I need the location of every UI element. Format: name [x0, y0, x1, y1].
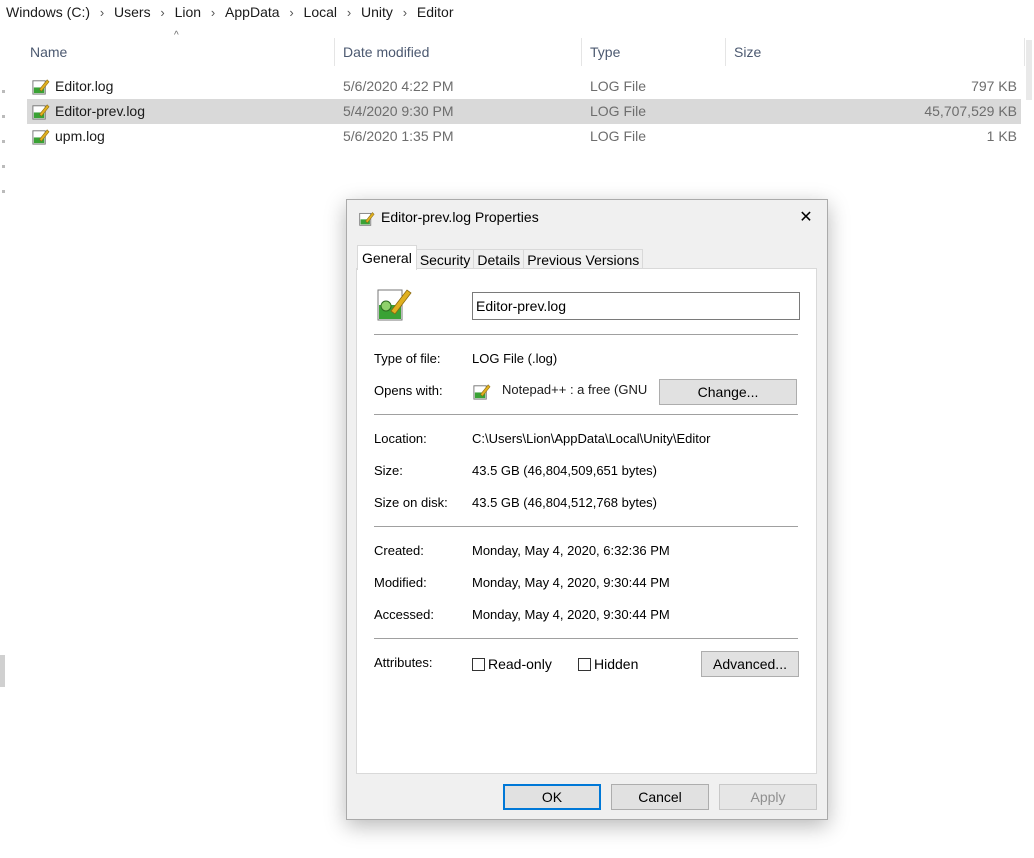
pane-tick [2, 165, 5, 168]
breadcrumb-item[interactable]: Local [304, 4, 337, 20]
notepadpp-file-icon [32, 104, 50, 120]
notepadpp-file-icon [377, 289, 412, 321]
file-date-modified: 5/6/2020 4:22 PM [343, 78, 454, 94]
file-type: LOG File [590, 78, 647, 94]
notepadpp-file-icon [32, 129, 50, 145]
size-on-disk-label: Size on disk: [374, 495, 448, 510]
accessed-label: Accessed: [374, 607, 434, 622]
file-name: Editor.log [55, 78, 114, 94]
column-header-date-modified[interactable]: Date modified [335, 38, 582, 66]
file-type: LOG File [590, 103, 647, 119]
opens-with-label: Opens with: [374, 383, 443, 398]
type-of-file-label: Type of file: [374, 351, 441, 366]
file-date-modified: 5/4/2020 9:30 PM [343, 103, 454, 119]
ok-button[interactable]: OK [503, 784, 601, 810]
file-row[interactable]: Editor.log 5/6/2020 4:22 PM LOG File 797 KB [27, 74, 1021, 99]
pane-tick [2, 190, 5, 193]
address-breadcrumb: Windows (C:) › Users › Lion › AppData › Local › Un… [0, 0, 453, 24]
file-size: 797 KB [971, 78, 1017, 94]
breadcrumb-item[interactable]: Windows (C:) [6, 4, 90, 20]
file-row[interactable]: Editor-prev.log 5/4/2020 9:30 PM LOG File 4… [27, 99, 1021, 124]
tab-details[interactable]: Details [473, 249, 525, 270]
created-label: Created: [374, 543, 424, 558]
file-name: Editor-prev.log [55, 103, 146, 119]
modified-value: Monday, May 4, 2020, 9:30:44 PM [472, 575, 670, 590]
modified-label: Modified: [374, 575, 427, 590]
right-scrollbar[interactable] [1026, 40, 1032, 100]
breadcrumb-item[interactable]: Users [114, 4, 151, 20]
accessed-value: Monday, May 4, 2020, 9:30:44 PM [472, 607, 670, 622]
type-of-file-value: LOG File (.log) [472, 351, 558, 366]
dialog-title: Editor-prev.log Properties [381, 209, 539, 225]
hidden-label[interactable]: Hidden [594, 656, 638, 672]
notepadpp-app-icon [473, 384, 491, 400]
location-label: Location: [374, 431, 427, 446]
notepadpp-file-icon [359, 212, 375, 226]
pane-tick [2, 140, 5, 143]
breadcrumb-chevron-icon[interactable]: › [280, 5, 304, 20]
pane-tick [2, 90, 5, 93]
divider [374, 414, 798, 415]
created-value: Monday, May 4, 2020, 6:32:36 PM [472, 543, 670, 558]
left-scroll-thumb[interactable] [0, 655, 5, 687]
close-icon[interactable]: ✕ [791, 203, 821, 233]
left-pane-edge [0, 30, 6, 858]
change-button[interactable]: Change... [659, 379, 797, 405]
tab-security[interactable]: Security [415, 249, 475, 270]
divider [374, 526, 798, 527]
breadcrumb-chevron-icon[interactable]: › [337, 5, 361, 20]
advanced-button[interactable]: Advanced... [701, 651, 799, 677]
breadcrumb-item[interactable]: AppData [225, 4, 279, 20]
tab-general[interactable]: General [357, 245, 417, 270]
column-header-size[interactable]: Size [726, 38, 1025, 66]
readonly-label[interactable]: Read-only [488, 656, 552, 672]
tab-strip: General Security Details Previous Versio… [357, 245, 644, 270]
pane-tick [2, 115, 5, 118]
breadcrumb-item[interactable]: Lion [175, 4, 201, 20]
file-date-modified: 5/6/2020 1:35 PM [343, 128, 454, 144]
location-value: C:\Users\Lion\AppData\Local\Unity\Editor [472, 431, 711, 446]
general-panel: Type of file: LOG File (.log) Opens with… [356, 268, 817, 774]
notepadpp-file-icon [32, 79, 50, 95]
file-name: upm.log [55, 128, 105, 144]
size-on-disk-value: 43.5 GB (46,804,512,768 bytes) [472, 495, 658, 510]
file-type: LOG File [590, 128, 647, 144]
breadcrumb-chevron-icon[interactable]: › [90, 5, 114, 20]
divider [374, 334, 798, 335]
cancel-button[interactable]: Cancel [611, 784, 709, 810]
readonly-checkbox[interactable] [472, 658, 485, 671]
file-row[interactable]: upm.log 5/6/2020 1:35 PM LOG File 1 KB [27, 124, 1021, 149]
tab-previous-versions[interactable]: Previous Versions [523, 249, 644, 270]
hidden-checkbox[interactable] [578, 658, 591, 671]
opens-with-value: Notepad++ : a free (GNU [502, 382, 648, 397]
breadcrumb-chevron-icon[interactable]: › [151, 5, 175, 20]
column-header-type[interactable]: Type [582, 38, 726, 66]
size-label: Size: [374, 463, 403, 478]
breadcrumb-chevron-icon[interactable]: › [393, 5, 417, 20]
size-value: 43.5 GB (46,804,509,651 bytes) [472, 463, 658, 478]
file-size: 45,707,529 KB [924, 103, 1017, 119]
apply-button[interactable]: Apply [719, 784, 817, 810]
breadcrumb-item[interactable]: Editor [417, 4, 454, 20]
attributes-label: Attributes: [374, 655, 433, 670]
divider [374, 638, 798, 639]
file-size: 1 KB [986, 128, 1017, 144]
breadcrumb-chevron-icon[interactable]: › [201, 5, 225, 20]
properties-dialog: Editor-prev.log Properties ✕ General Sec… [346, 199, 828, 820]
file-name-field[interactable] [472, 292, 800, 320]
column-header-name[interactable]: Name [22, 38, 335, 66]
breadcrumb-item[interactable]: Unity [361, 4, 393, 20]
